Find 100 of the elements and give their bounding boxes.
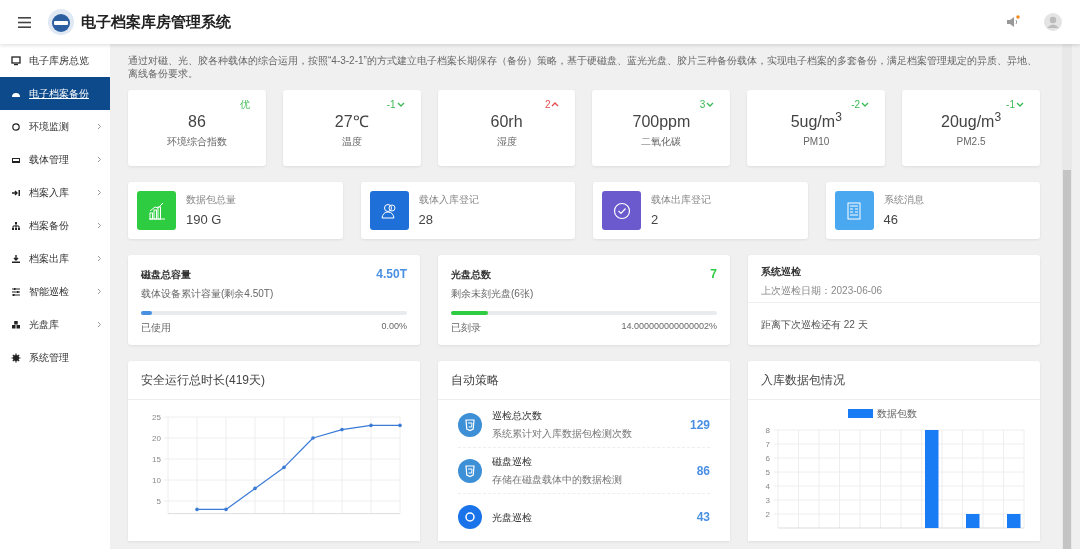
panel-title: 安全运行总时长(419天) bbox=[141, 372, 265, 389]
shield-icon bbox=[458, 458, 482, 483]
trend-value: -1 bbox=[386, 98, 396, 112]
sidebar-item[interactable]: 档案入库 bbox=[0, 176, 110, 209]
axis-tick-label: 5 bbox=[765, 468, 770, 477]
stat-value: 46 bbox=[883, 210, 899, 229]
axis-tick-label: 8 bbox=[765, 426, 770, 435]
sitemap-icon bbox=[11, 220, 21, 231]
strategy-title: 光盘巡检 bbox=[492, 510, 533, 525]
data-point bbox=[398, 423, 402, 428]
metric-value: 60rh bbox=[490, 112, 523, 132]
axis-tick-label: 25 bbox=[152, 413, 161, 422]
menu-icon[interactable] bbox=[18, 16, 31, 28]
panel-title: 自动策略 bbox=[451, 372, 499, 389]
card-subtitle: 载体设备累计容量(剩余4.50T) bbox=[141, 287, 275, 301]
data-point bbox=[282, 465, 286, 470]
metric-value: 5ug/m$^{3}$ bbox=[790, 112, 842, 132]
logo-icon bbox=[47, 8, 75, 36]
cog-icon bbox=[11, 352, 21, 363]
progress-percent: 14.000000000000002% bbox=[621, 320, 717, 333]
app-title: 电子档案库房管理系统 bbox=[81, 11, 231, 32]
trend-value: 3 bbox=[699, 98, 706, 112]
monitor-icon bbox=[11, 55, 21, 66]
stat-label: 系统消息 bbox=[883, 192, 924, 207]
cubes-icon bbox=[11, 319, 21, 330]
data-point bbox=[195, 507, 199, 512]
card-title: 磁盘总容量 bbox=[141, 267, 191, 282]
speaker-icon[interactable] bbox=[1006, 15, 1020, 29]
metric-label: PM2.5 bbox=[956, 135, 986, 149]
data-point bbox=[224, 507, 228, 512]
progress-percent: 0.00% bbox=[381, 320, 407, 333]
legend-swatch bbox=[848, 409, 873, 418]
chevron-down-icon bbox=[706, 101, 715, 108]
intro-text: 通过对磁、光、胶各种载体的综合运用，按照“4-3-2-1”的方式建立电子档案长期保存（备份）策略，基于硬磁盘、蓝光光盘、胶片三种备份载体，实现电子档案的多套备份，满足档案管理规定的异质、异地、离线备份要求。 bbox=[128, 54, 1038, 80]
stat-label: 载体出库登记 bbox=[651, 192, 711, 207]
shield-icon bbox=[458, 412, 482, 437]
chevron-down-icon bbox=[861, 101, 870, 108]
sidebar-item[interactable]: 档案备份 bbox=[0, 209, 110, 242]
metric-value: 86 bbox=[188, 112, 206, 132]
card-subtitle: 剩余未刻光盘(6张) bbox=[451, 287, 535, 301]
sidebar-item[interactable]: 电子档案备份 bbox=[0, 77, 110, 110]
card-value: 7 bbox=[710, 266, 717, 283]
strategy-description: 系统累计对入库数据包检测次数 bbox=[492, 427, 633, 441]
progress-label: 已使用 bbox=[141, 321, 171, 335]
strategy-count: 86 bbox=[696, 462, 710, 480]
sidebar-item[interactable]: 电子库房总览 bbox=[0, 44, 110, 77]
axis-tick-label: 10 bbox=[152, 476, 161, 485]
axis-tick-label: 2 bbox=[765, 510, 770, 519]
data-point bbox=[253, 486, 257, 491]
download-icon bbox=[11, 253, 21, 264]
bar bbox=[966, 514, 980, 528]
card-title: 系统巡检 bbox=[761, 265, 802, 279]
sidebar-item[interactable]: 系统管理 bbox=[0, 341, 110, 374]
axis-tick-label: 4 bbox=[765, 482, 770, 491]
last-patrol-date: 上次巡检日期：2023-06-06 bbox=[761, 284, 884, 298]
sidebar-item[interactable]: 光盘库 bbox=[0, 308, 110, 341]
disc-icon bbox=[458, 505, 482, 529]
data-point bbox=[311, 436, 315, 440]
sidebar-item[interactable]: 载体管理 bbox=[0, 143, 110, 176]
progress-label: 已刻录 bbox=[451, 321, 481, 335]
sign-in-icon bbox=[11, 187, 21, 198]
axis-tick-label: 15 bbox=[152, 455, 161, 464]
metric-label: 二氧化碳 bbox=[641, 135, 682, 149]
trend-value: -2 bbox=[851, 98, 861, 112]
trend-value: -1 bbox=[1006, 98, 1015, 112]
chevron-down-icon bbox=[396, 101, 405, 108]
axis-tick-label: 6 bbox=[765, 454, 770, 463]
avatar-icon[interactable] bbox=[1044, 13, 1062, 31]
scrollbar[interactable] bbox=[1062, 44, 1072, 549]
axis-tick-label: 3 bbox=[765, 496, 770, 505]
strategy-count: 129 bbox=[689, 416, 710, 434]
strategy-count: 43 bbox=[696, 509, 710, 526]
data-point bbox=[340, 427, 344, 432]
trend-value: 2 bbox=[544, 98, 551, 112]
metric-value: 20ug/m$^{3}$ bbox=[941, 112, 1002, 132]
trend-value: 优 bbox=[239, 98, 250, 112]
stat-value: 2 bbox=[651, 210, 660, 229]
metric-label: 环境综合指数 bbox=[166, 135, 227, 149]
strategy-description: 存储在磁盘载体中的数据检测 bbox=[492, 473, 623, 487]
strategy-title: 巡检总次数 bbox=[492, 409, 543, 423]
chevron-down-icon bbox=[1016, 101, 1024, 108]
strategy-title: 磁盘巡检 bbox=[492, 455, 533, 469]
stat-value: 190 G bbox=[186, 210, 223, 229]
axis-tick-label: 20 bbox=[152, 434, 161, 443]
stat-value: 28 bbox=[418, 210, 434, 229]
sidebar-item[interactable]: 档案出库 bbox=[0, 242, 110, 275]
axis-tick-label: 7 bbox=[765, 440, 770, 449]
metric-label: 湿度 bbox=[496, 135, 517, 149]
sidebar-item[interactable]: 环境监测 bbox=[0, 110, 110, 143]
stat-label: 载体入库登记 bbox=[418, 192, 479, 207]
panel-title: 入库数据包情况 bbox=[761, 372, 845, 389]
chevron-up-icon bbox=[551, 101, 560, 108]
axis-tick-label: 5 bbox=[156, 497, 161, 506]
metric-value: 27℃ bbox=[334, 112, 369, 132]
sidebar-item[interactable]: 智能巡检 bbox=[0, 275, 110, 308]
sliders-icon bbox=[11, 286, 21, 297]
metric-value: 700ppm bbox=[632, 112, 691, 132]
next-patrol-text: 距离下次巡检还有 22 天 bbox=[760, 318, 869, 332]
metric-label: PM10 bbox=[803, 135, 830, 149]
bar bbox=[1007, 514, 1021, 528]
